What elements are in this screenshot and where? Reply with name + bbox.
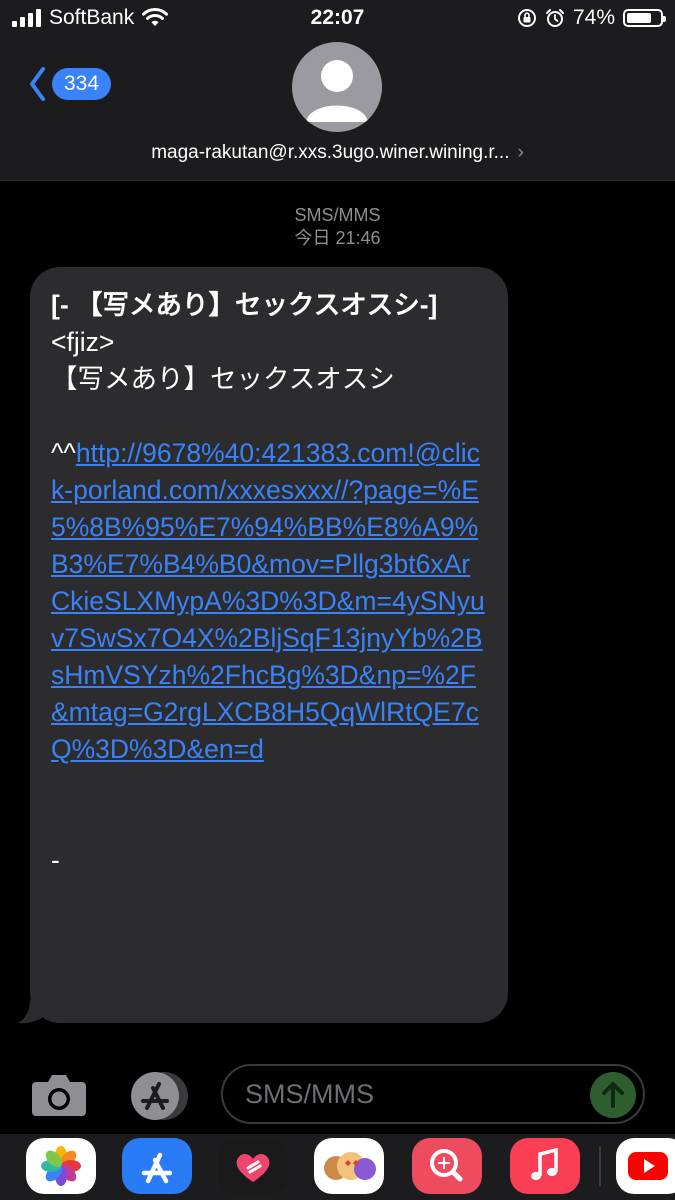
app-store-icon — [131, 1072, 188, 1120]
send-button[interactable] — [590, 1072, 636, 1118]
back-button[interactable]: 334 — [28, 66, 112, 102]
conversation-meta: SMS/MMS 今日 21:46 — [0, 204, 675, 250]
app-drawer — [0, 1134, 675, 1200]
alarm-icon — [545, 9, 564, 27]
chevron-left-icon — [30, 67, 45, 101]
status-right: 74% — [517, 6, 666, 30]
music-app-icon[interactable] — [510, 1138, 580, 1194]
drawer-divider — [599, 1146, 601, 1186]
battery-percent: 74% — [572, 6, 615, 29]
chevron-right-icon: › — [517, 142, 524, 163]
message-footer: - — [51, 845, 60, 875]
photos-app-icon[interactable] — [26, 1138, 96, 1194]
message-input-bar — [0, 1060, 675, 1134]
camera-icon — [32, 1075, 86, 1116]
battery-icon — [623, 9, 666, 27]
youtube-app-icon[interactable] — [616, 1138, 675, 1194]
digital-touch-app-icon[interactable] — [218, 1138, 288, 1194]
app-store-app-icon[interactable] — [122, 1138, 192, 1194]
service-label: SMS/MMS — [294, 205, 381, 225]
message-bubble[interactable]: [- 【写メあり】セックスオスシ-] <fjiz> 【写メあり】セックスオスシ … — [30, 267, 508, 1023]
message-text-field[interactable] — [221, 1064, 645, 1124]
message-link-line: ^^http://9678%40:421383.com!@click-porla… — [51, 435, 488, 768]
images-search-app-icon[interactable] — [412, 1138, 482, 1194]
message-subject: 【写メあり】セックスオスシ — [51, 364, 395, 394]
message-link[interactable]: http://9678%40:421383.com!@click-porland… — [51, 438, 485, 764]
message-title: [- 【写メあり】セックスオスシ-] — [51, 290, 438, 320]
memoji-stickers-app-icon[interactable] — [314, 1138, 384, 1194]
message-timestamp: 今日 21:46 — [294, 228, 381, 248]
camera-button[interactable] — [30, 1072, 88, 1118]
person-icon — [306, 60, 368, 122]
unread-count-badge: 334 — [52, 68, 112, 100]
orientation-lock-icon — [517, 9, 536, 27]
status-bar: SoftBank 22:07 74% — [0, 0, 675, 38]
contact-address-text: maga-rakutan@r.xxs.3ugo.winer.wining.r..… — [151, 142, 510, 163]
contact-address[interactable]: maga-rakutan@r.xxs.3ugo.winer.wining.r..… — [0, 142, 675, 164]
conversation-header: 334 maga-rakutan@r.xxs.3ugo.winer.wining… — [0, 38, 675, 181]
apps-button[interactable] — [126, 1070, 190, 1122]
send-arrow-icon — [602, 1082, 624, 1108]
link-prefix: ^^ — [51, 438, 76, 468]
contact-avatar[interactable] — [292, 42, 382, 132]
battery-level — [627, 13, 651, 23]
message-tag: <fjiz> — [51, 327, 115, 357]
